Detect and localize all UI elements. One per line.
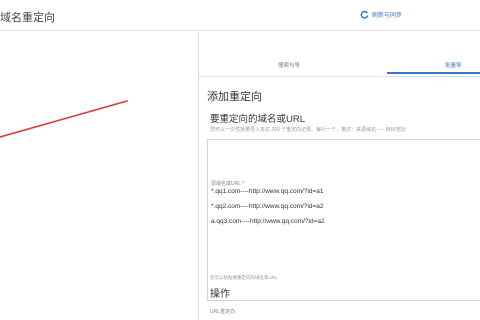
page-title: 域名重定向 (0, 12, 55, 24)
textarea-hint: 您可以粘贴要重定向的域名和URL (210, 275, 278, 280)
redirect-line: *.qq2.com----http://www.qq.com/?id=a2 (211, 203, 324, 210)
refresh-sync-label: 刷新与同步 (372, 13, 403, 19)
url-redirect-label: URL重定向 (210, 309, 236, 315)
redirect-panel: 搜索与导 批量导 添加重定向 要重定向的域名或URL 您可以一次性批量导入多达 … (198, 32, 480, 320)
top-bar: 域名重定向 刷新与同步 (0, 0, 480, 31)
section-subtitle: 要重定向的域名或URL (210, 114, 306, 125)
panel-tabs: 搜索与导 批量导 (199, 60, 480, 77)
refresh-icon (360, 10, 369, 19)
redirect-line: a.qq3.com----http://www.qq.com/?id=a2 (211, 218, 325, 225)
active-tab-indicator (387, 72, 480, 74)
section-description: 您可以一次性批量导入多达 200 个重定向记录。每行一个，格式：来源域名 ---… (210, 127, 406, 133)
textarea-label: 源域名或URL * (211, 181, 245, 187)
tab-search-guide[interactable]: 搜索与导 (267, 60, 311, 76)
refresh-sync-button[interactable]: 刷新与同步 (360, 10, 402, 19)
content-area (0, 32, 198, 320)
panel-title: 添加重定向 (207, 91, 262, 103)
operations-title: 操作 (210, 289, 230, 300)
red-arrow-annotation (0, 100, 128, 138)
redirect-line: *.qq1.com----http://www.qq.com/?id=a1 (211, 188, 324, 195)
